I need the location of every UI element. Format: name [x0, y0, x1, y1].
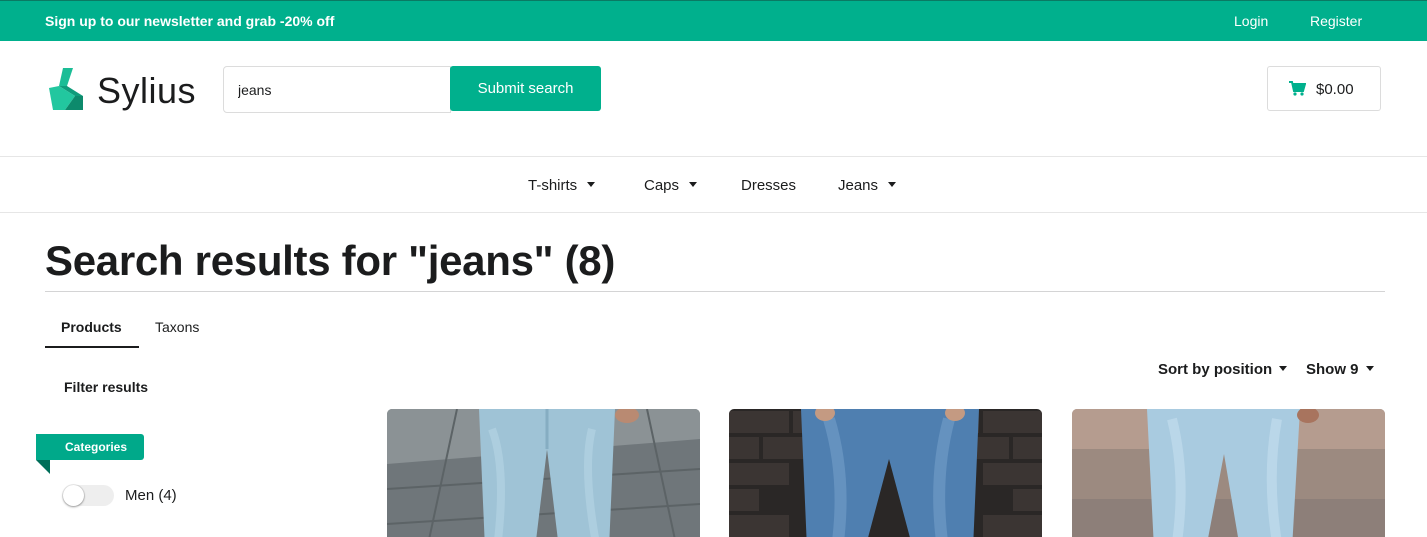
caret-down-icon: [587, 181, 596, 187]
tab-products[interactable]: Products: [61, 319, 122, 335]
main-navigation: T-shirts Caps Dresses Jeans: [0, 156, 1427, 213]
nav-item-label: T-shirts: [528, 177, 578, 194]
register-link[interactable]: Register: [1310, 13, 1362, 29]
nav-item-t-shirts[interactable]: T-shirts: [528, 177, 596, 194]
filter-heading: Filter results: [64, 379, 149, 395]
categories-ribbon-label: Categories: [36, 434, 144, 460]
nav-item-dresses[interactable]: Dresses: [741, 177, 796, 194]
toggle-knob: [63, 485, 84, 506]
show-label: Show 9: [1306, 361, 1359, 378]
filter-option-label[interactable]: Men (4): [125, 487, 177, 504]
submit-search-button[interactable]: Submit search: [450, 66, 601, 111]
caret-down-icon: [1279, 365, 1288, 371]
newsletter-promo[interactable]: Sign up to our newsletter and grab -20% …: [45, 13, 334, 29]
nav-item-label: Caps: [644, 177, 680, 194]
product-image: [729, 409, 1042, 537]
nav-item-jeans[interactable]: Jeans: [838, 177, 897, 194]
filter-toggle-men[interactable]: [63, 485, 114, 506]
show-count-dropdown[interactable]: Show 9: [1306, 361, 1374, 378]
product-image: [387, 409, 700, 537]
page-title: Search results for "jeans" (8): [45, 237, 616, 284]
title-divider: [45, 291, 1385, 292]
categories-label-text: Categories: [65, 440, 128, 454]
cart-button[interactable]: $0.00: [1267, 66, 1381, 111]
product-image: [1072, 409, 1385, 537]
product-card[interactable]: [1072, 409, 1385, 537]
top-bar: Sign up to our newsletter and grab -20% …: [0, 0, 1427, 41]
ribbon-fold: [36, 460, 50, 474]
tab-taxons[interactable]: Taxons: [155, 319, 199, 335]
active-tab-indicator: [45, 346, 139, 348]
caret-down-icon: [888, 181, 897, 187]
sort-dropdown[interactable]: Sort by position: [1158, 361, 1288, 378]
cart-amount: $0.00: [1316, 81, 1354, 98]
login-link[interactable]: Login: [1234, 13, 1268, 29]
nav-item-label: Jeans: [838, 177, 879, 194]
caret-down-icon: [1365, 365, 1374, 371]
nav-item-caps[interactable]: Caps: [644, 177, 698, 194]
search-input[interactable]: [223, 66, 451, 113]
sort-label: Sort by position: [1158, 361, 1273, 378]
caret-down-icon: [689, 181, 698, 187]
cart-icon: [1289, 81, 1306, 96]
product-card[interactable]: [729, 409, 1042, 537]
nav-item-label: Dresses: [741, 177, 797, 194]
product-card[interactable]: [387, 409, 700, 537]
logo-text[interactable]: Sylius: [97, 70, 196, 112]
